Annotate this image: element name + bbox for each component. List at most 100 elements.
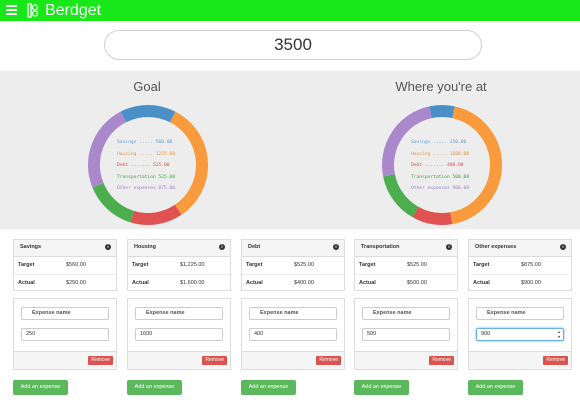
expense-footer: Remove [14,351,116,369]
actual-value: $500.00 [407,280,427,286]
card-title: Housing [134,244,156,250]
donut-slice-debt [130,204,182,225]
housing-expense-card: Expense name 1600 Remove [127,298,231,370]
card-title: Other expenses [475,244,517,250]
actual-value: $1,600.00 [180,280,205,286]
expense-amount-value: 500 [367,331,377,337]
actual-row: Actual $500.00 [355,275,457,292]
actual-label: Actual [132,280,149,286]
income-value[interactable]: 3500 [105,31,481,59]
expense-amount-input[interactable]: 400 [249,328,337,341]
expense-amount-input[interactable]: 900 ▴ ▾ [476,328,564,341]
housing-summary-card: Housing i Target $1,225.00 Actual $1,600… [127,239,231,291]
target-label: Target [132,262,149,268]
donut-slice-savings [120,105,176,123]
expense-amount-input[interactable]: 1600 [135,328,223,341]
remove-button[interactable]: Remove [316,356,341,365]
debt-expense-card: Expense name 400 Remove [241,298,345,370]
donut-slice-savings [429,105,455,119]
top-bar: Berdget [0,0,580,21]
card-title: Savings [20,244,42,250]
expense-footer: Remove [469,351,571,369]
target-value: $525.00 [407,262,427,268]
remove-button[interactable]: Remove [543,356,568,365]
info-icon[interactable]: i [333,244,339,250]
expense-name-input[interactable]: Expense name [362,307,450,320]
donut-slice-housing [169,111,208,215]
target-row: Target $525.00 [355,257,457,275]
actual-value: $900.00 [521,280,541,286]
remove-button[interactable]: Remove [202,356,227,365]
info-icon[interactable]: i [105,244,111,250]
other-expenses-expense-card: Expense name 900 ▴ ▾ Remove [468,298,572,370]
legend-entry: Transportation 500.00 [411,174,470,180]
actual-chart-title: Where you're at [395,79,487,94]
expense-amount-value: 1600 [140,331,153,337]
info-icon[interactable]: i [446,244,452,250]
legend-entry: Savings ..... 250.00 [411,140,467,145]
expense-amount-value: 400 [254,331,264,337]
add-expense-button[interactable]: Add an expense [241,380,296,395]
add-expense-button[interactable]: Add an expense [127,380,182,395]
add-expense-button[interactable]: Add an expense [354,380,409,395]
expense-name-input[interactable]: Expense name [135,307,223,320]
actual-row: Actual $400.00 [242,275,344,292]
donut-slice-debt [412,206,453,225]
transportation-summary-card: Transportation i Target $525.00 Actual $… [354,239,458,291]
legend-entry: Housing ..... 1225.00 [117,151,176,157]
expense-footer: Remove [128,351,230,369]
expense-amount-input[interactable]: 250 [21,328,109,341]
actual-row: Actual $900.00 [469,275,571,292]
card-header: Transportation i [355,240,457,257]
target-row: Target $875.00 [469,257,571,275]
expense-footer: Remove [242,351,344,369]
actual-label: Actual [359,280,376,286]
logo-icon [27,3,39,18]
actual-value: $400.00 [294,280,314,286]
info-icon[interactable]: i [560,244,566,250]
actual-label: Actual [473,280,490,286]
actual-label: Actual [18,280,35,286]
legend-entry: Housing ..... 1600.00 [411,151,470,157]
add-expense-button[interactable]: Add an expense [13,380,68,395]
expense-name-input[interactable]: Expense name [249,307,337,320]
card-title: Transportation [361,244,400,250]
goal-chart-title: Goal [133,79,161,94]
expense-name-input[interactable]: Expense name [21,307,109,320]
hamburger-menu-icon[interactable] [6,5,17,16]
expense-amount-value: 900 [481,331,491,337]
transportation-expense-card: Expense name 500 Remove [354,298,458,370]
legend-entry: Transportation 525.00 [117,174,176,180]
brand-name: Berdget [45,2,102,19]
card-header: Housing i [128,240,230,257]
savings-expense-card: Expense name 250 Remove [13,298,117,370]
target-value: $875.00 [521,262,541,268]
legend-entry: Other expenses 900.00 [411,186,470,191]
target-label: Target [246,262,263,268]
remove-button[interactable]: Remove [88,356,113,365]
actual-row: Actual $250.00 [14,275,116,292]
info-icon[interactable]: i [219,244,225,250]
expense-amount-value: 250 [26,331,36,337]
spinner-arrows-icon[interactable]: ▴ ▾ [558,329,560,339]
other-expenses-summary-card: Other expenses i Target $875.00 Actual $… [468,239,572,291]
target-label: Target [473,262,490,268]
card-header: Other expenses i [469,240,571,257]
expense-footer: Remove [355,351,457,369]
actual-row: Actual $1,600.00 [128,275,230,292]
target-value: $560.00 [66,262,86,268]
expense-name-input[interactable]: Expense name [476,307,564,320]
actual-label: Actual [246,280,263,286]
expense-amount-input[interactable]: 500 [362,328,450,341]
actual-legend: Savings ..... 250.00 Housing ..... 1600.0… [411,137,469,195]
card-header: Debt i [242,240,344,257]
target-label: Target [359,262,376,268]
legend-entry: Debt ....... 525.00 [117,163,170,168]
add-expense-button[interactable]: Add an expense [468,380,523,395]
target-label: Target [18,262,35,268]
goal-legend: Savings ..... 560.00 Housing ..... 1225.0… [117,137,175,195]
target-value: $525.00 [294,262,314,268]
income-input[interactable]: 3500 [104,30,482,60]
legend-entry: Other expenses 875.00 [117,186,176,191]
remove-button[interactable]: Remove [429,356,454,365]
